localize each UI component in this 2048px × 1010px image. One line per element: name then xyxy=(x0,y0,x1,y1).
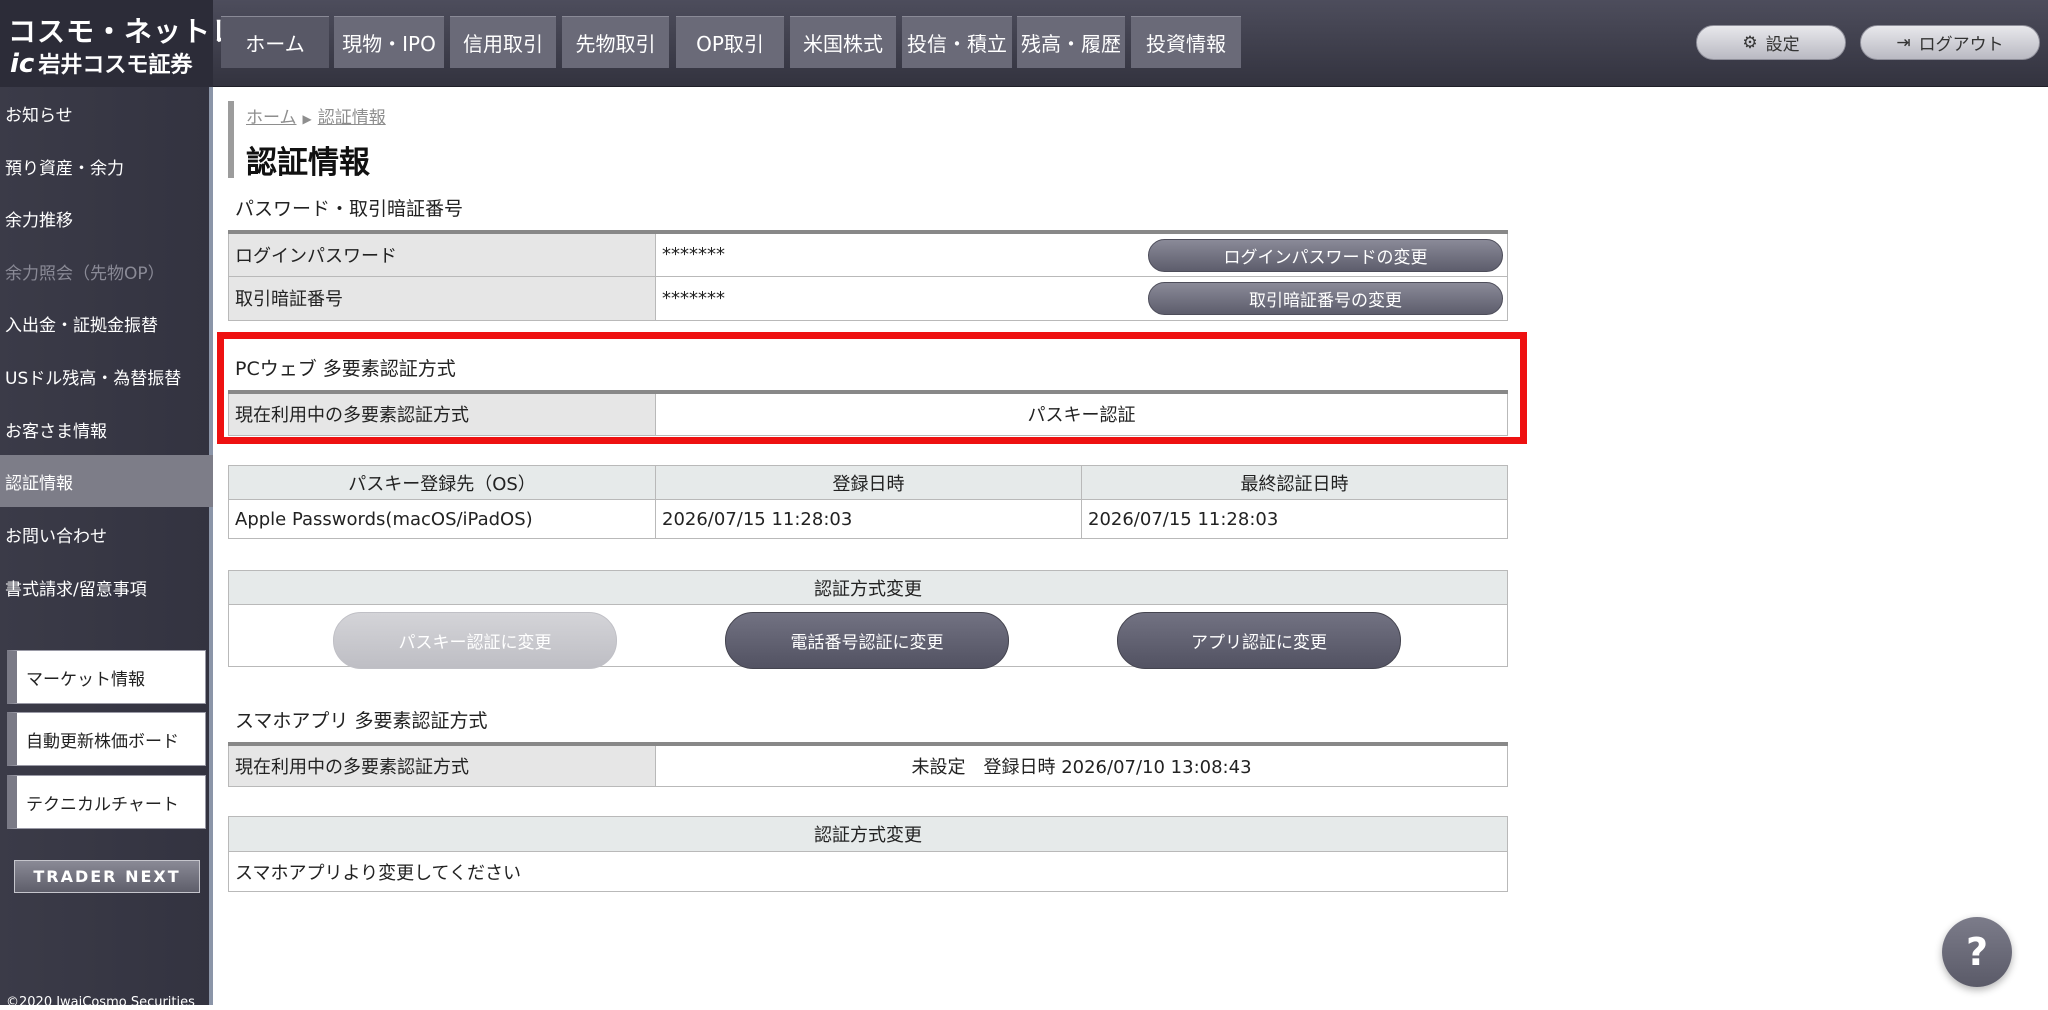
change-to-passkey-button: パスキー認証に変更 xyxy=(333,612,617,669)
sidebar-item-documents[interactable]: 書式請求/留意事項 xyxy=(0,561,213,613)
login-password-cell: ******* ログインパスワードの変更 xyxy=(655,231,1508,277)
sidebar-item-deposit-transfer[interactable]: 入出金・証拠金振替 xyxy=(0,297,213,349)
trade-pin-cell: ******* 取引暗証番号の変更 xyxy=(655,275,1508,321)
market-info-link[interactable]: マーケット情報 xyxy=(7,650,206,704)
pc-mfa-value: パスキー認証 xyxy=(655,391,1508,436)
login-password-label: ログインパスワード xyxy=(228,231,656,277)
table-header-row: パスキー登録先（OS） 登録日時 最終認証日時 xyxy=(228,465,1508,500)
table-row: 現在利用中の多要素認証方式 未設定 登録日時 2026/07/10 13:08:… xyxy=(228,743,1508,787)
logout-label: ログアウト xyxy=(1918,35,2004,55)
passkey-table: パスキー登録先（OS） 登録日時 最終認証日時 Apple Passwords(… xyxy=(228,465,1508,539)
app-change-note: スマホアプリより変更してください xyxy=(228,851,1508,892)
logout-icon: ⇥ xyxy=(1896,32,1911,53)
table-header-row: 認証方式変更 xyxy=(228,570,1508,605)
passkey-col-last-auth: 最終認証日時 xyxy=(1081,465,1508,500)
breadcrumb-arrow-icon: ▶ xyxy=(302,112,312,126)
table-row: ログインパスワード ******* ログインパスワードの変更 xyxy=(228,231,1508,277)
gear-icon: ⚙ xyxy=(1742,32,1758,53)
logo-text: コスモ・ネットレ xyxy=(8,15,241,48)
passkey-col-os: パスキー登録先（OS） xyxy=(228,465,656,500)
sidebar-item-customer-info[interactable]: お客さま情報 xyxy=(0,403,213,455)
sidebar-item-auth-info[interactable]: 認証情報 xyxy=(0,455,213,507)
nav-us-stocks[interactable]: 米国株式 xyxy=(790,16,896,68)
nav-investment-info[interactable]: 投資情報 xyxy=(1131,16,1241,68)
top-header: コスモ・ネットレ ic 岩井コスモ証券 ホーム 現物・IPO 信用取引 先物取引 … xyxy=(0,0,2048,87)
logout-button[interactable]: ⇥ ログアウト xyxy=(1860,25,2040,60)
table-row: Apple Passwords(macOS/iPadOS) 2026/07/15… xyxy=(228,499,1508,539)
sidebar-item-capacity-trend[interactable]: 余力推移 xyxy=(0,192,213,244)
pc-mfa-label: 現在利用中の多要素認証方式 xyxy=(228,391,656,436)
app-mfa-value: 未設定 登録日時 2026/07/10 13:08:43 xyxy=(655,743,1508,787)
nav-funds[interactable]: 投信・積立 xyxy=(902,16,1012,68)
table-row: 現在利用中の多要素認証方式 パスキー認証 xyxy=(228,391,1508,436)
nav-home[interactable]: ホーム xyxy=(221,16,329,68)
table-row: スマホアプリより変更してください xyxy=(228,851,1508,892)
app-mfa-title: スマホアプリ 多要素認証方式 xyxy=(235,710,488,732)
breadcrumb-current[interactable]: 認証情報 xyxy=(318,108,386,128)
logo-mark: ic xyxy=(10,49,35,79)
passkey-os-cell: Apple Passwords(macOS/iPadOS) xyxy=(228,499,656,539)
page-title: 認証情報 xyxy=(246,145,370,181)
nav-balance-history[interactable]: 残高・履歴 xyxy=(1017,16,1125,68)
passkey-col-registered: 登録日時 xyxy=(655,465,1082,500)
table-row: 取引暗証番号 ******* 取引暗証番号の変更 xyxy=(228,275,1508,321)
app-mfa-table: 現在利用中の多要素認証方式 未設定 登録日時 2026/07/10 13:08:… xyxy=(228,742,1508,787)
copyright: ©2020 IwaiCosmo Securities xyxy=(6,995,195,1010)
pc-mfa-table: 現在利用中の多要素認証方式 パスキー認証 xyxy=(228,390,1508,436)
sidebar-item-assets[interactable]: 預り資産・余力 xyxy=(0,140,213,192)
pc-mfa-title: PCウェブ 多要素認証方式 xyxy=(235,358,456,380)
title-accent-bar xyxy=(228,101,234,178)
nav-futures[interactable]: 先物取引 xyxy=(562,16,669,68)
password-section-title: パスワード・取引暗証番号 xyxy=(235,198,464,220)
breadcrumb: ホーム ▶ 認証情報 xyxy=(246,103,386,128)
sidebar-item-usd-balance[interactable]: USドル残高・為替振替 xyxy=(0,350,213,402)
trade-pin-label: 取引暗証番号 xyxy=(228,275,656,321)
app-change-table: 認証方式変更 スマホアプリより変更してください xyxy=(228,816,1508,892)
sidebar-item-notices[interactable]: お知らせ xyxy=(0,87,213,139)
passkey-last-auth-cell: 2026/07/15 11:28:03 xyxy=(1081,499,1508,539)
trader-next-button[interactable]: TRADER NEXT xyxy=(14,860,200,893)
technical-chart-link[interactable]: テクニカルチャート xyxy=(7,775,206,829)
stock-board-link[interactable]: 自動更新株価ボード xyxy=(7,712,206,766)
sidebar-item-capacity-futures: 余力照会（先物OP） xyxy=(5,263,165,284)
change-to-phone-button[interactable]: 電話番号認証に変更 xyxy=(725,612,1009,669)
nav-margin[interactable]: 信用取引 xyxy=(450,16,556,68)
settings-button[interactable]: ⚙ 設定 xyxy=(1696,25,1846,60)
settings-label: 設定 xyxy=(1765,35,1800,55)
breadcrumb-home[interactable]: ホーム xyxy=(246,108,297,128)
nav-spot-ipo[interactable]: 現物・IPO xyxy=(334,16,444,68)
auth-change-header: 認証方式変更 xyxy=(228,570,1508,605)
trade-pin-value: ******* xyxy=(662,287,725,309)
change-trade-pin-button[interactable]: 取引暗証番号の変更 xyxy=(1148,281,1503,315)
sidebar: お知らせ 預り資産・余力 余力推移 余力照会（先物OP） 入出金・証拠金振替 U… xyxy=(0,87,213,1010)
passkey-registered-cell: 2026/07/15 11:28:03 xyxy=(655,499,1082,539)
logo-company: 岩井コスモ証券 xyxy=(38,53,193,78)
sidebar-item-contact[interactable]: お問い合わせ xyxy=(0,508,213,560)
password-table: ログインパスワード ******* ログインパスワードの変更 取引暗証番号 **… xyxy=(228,230,1508,321)
login-password-value: ******* xyxy=(662,244,725,266)
table-header-row: 認証方式変更 xyxy=(228,816,1508,852)
nav-options[interactable]: OP取引 xyxy=(676,16,784,68)
logo-subtext: ic 岩井コスモ証券 xyxy=(10,47,192,79)
change-to-app-button[interactable]: アプリ認証に変更 xyxy=(1117,612,1401,669)
app-mfa-label: 現在利用中の多要素認証方式 xyxy=(228,743,656,787)
logo[interactable]: コスモ・ネットレ ic 岩井コスモ証券 xyxy=(0,0,239,87)
help-button[interactable]: ? xyxy=(1942,917,2012,987)
app-change-header: 認証方式変更 xyxy=(228,816,1508,852)
change-login-password-button[interactable]: ログインパスワードの変更 xyxy=(1148,239,1503,272)
